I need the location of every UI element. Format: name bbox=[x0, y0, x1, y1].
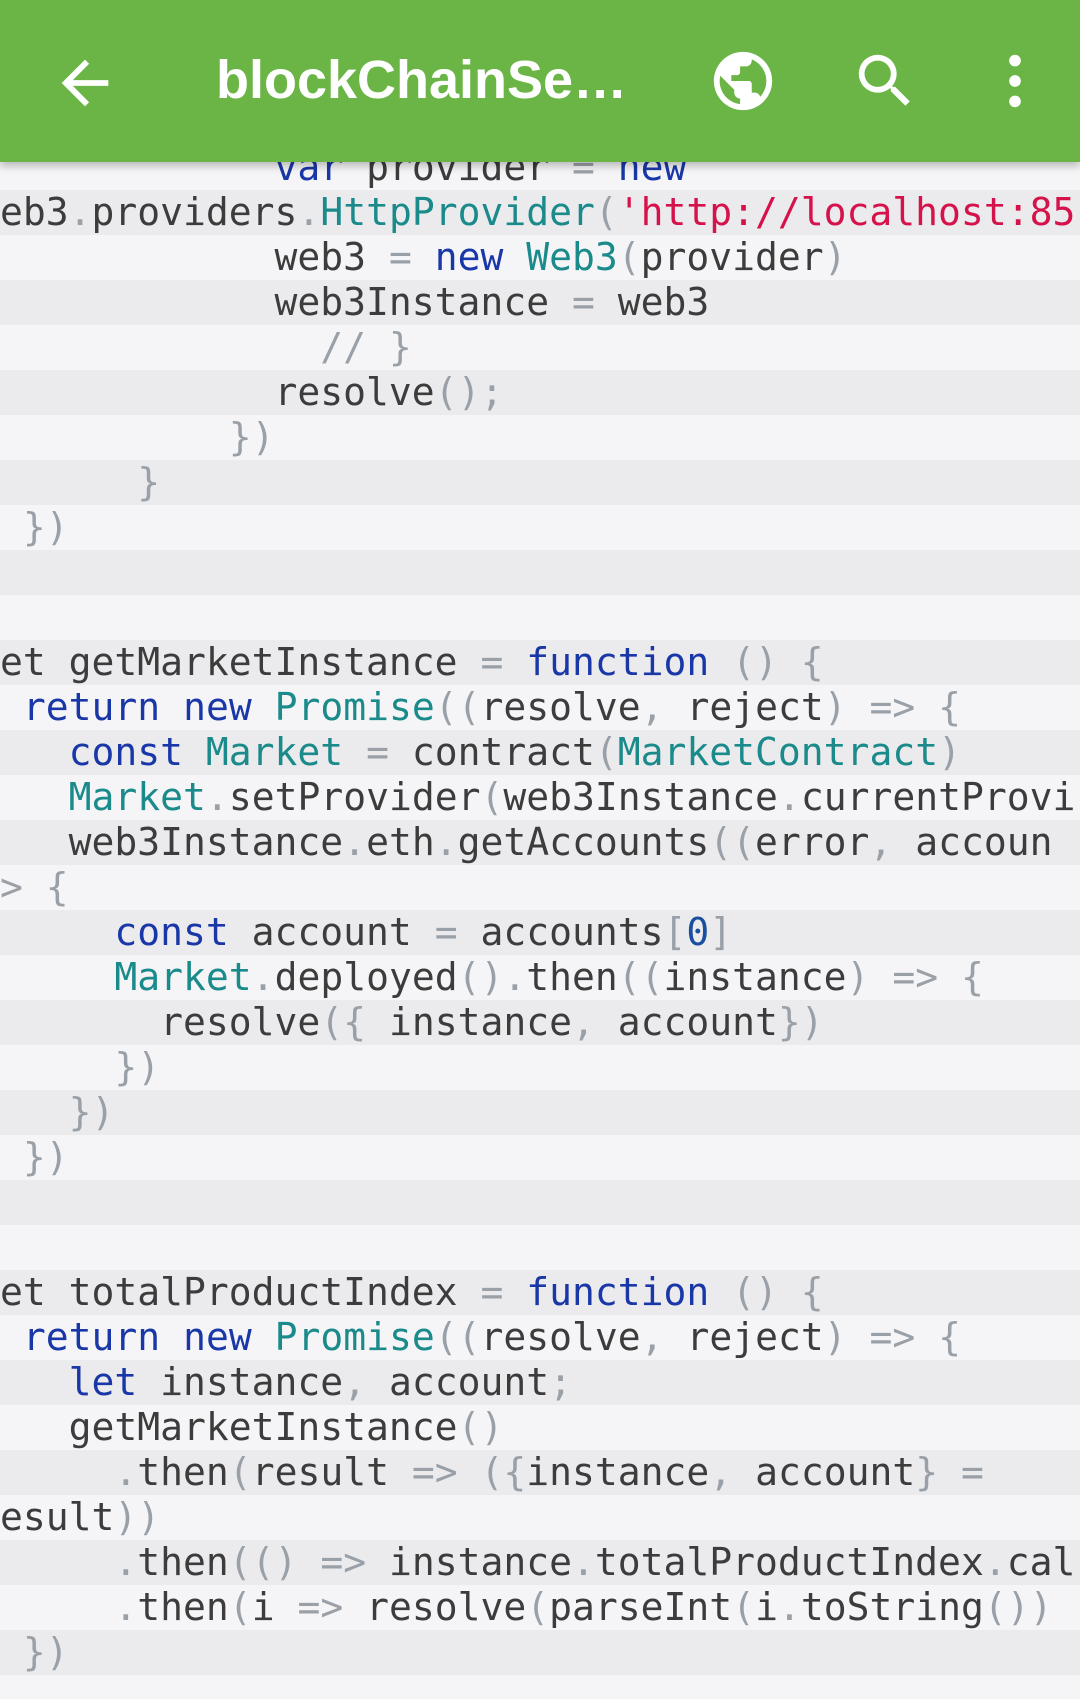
code-line: let instance, account; bbox=[0, 1360, 1080, 1405]
code-line: }) bbox=[228, 415, 275, 459]
code-line: }) bbox=[0, 1090, 1080, 1135]
code-line: // } bbox=[320, 325, 412, 369]
code-line: }) bbox=[114, 1045, 161, 1089]
code-line: return new Promise((resolve, reject) => … bbox=[22, 685, 962, 729]
code-line: esult)) bbox=[0, 1495, 161, 1539]
code-line: resolve(); bbox=[0, 370, 1080, 415]
code-line: Market.setProvider(web3Instance.currentP… bbox=[68, 775, 1076, 819]
code-line: }) bbox=[22, 1135, 69, 1179]
app-bar: blockChainSer… bbox=[0, 0, 1080, 162]
code-line: return new Promise((resolve, reject) => … bbox=[22, 1315, 962, 1359]
code-line: getMarketInstance() bbox=[0, 1405, 504, 1449]
code-line: } bbox=[0, 460, 1080, 505]
code-line: .then(() => instance.totalProductIndex.c… bbox=[0, 1540, 1080, 1585]
code-line: .then(result => ({instance, account} = bbox=[0, 1450, 1080, 1495]
code-line: Market.deployed().then((instance) => { bbox=[114, 955, 984, 999]
search-icon[interactable] bbox=[850, 46, 920, 116]
code-line: resolve({ instance, account}) bbox=[0, 1000, 1080, 1045]
code-line: const account = accounts[0] bbox=[0, 910, 1080, 955]
code-line: et totalProductIndex = function () { bbox=[0, 1270, 1080, 1315]
page-title: blockChainSer… bbox=[216, 50, 646, 110]
code-line: > { bbox=[0, 865, 69, 909]
code-line: et getMarketInstance = function () { bbox=[0, 640, 1080, 685]
arrow-back-icon[interactable] bbox=[50, 48, 120, 118]
code-line: eb3.providers.HttpProvider('http://local… bbox=[0, 190, 1080, 235]
code-line bbox=[0, 550, 1080, 595]
code-line: .then(i => resolve(parseInt(i.toString()… bbox=[114, 1585, 1053, 1629]
globe-icon[interactable] bbox=[708, 46, 778, 116]
code-line: web3 = new Web3(provider) bbox=[0, 235, 847, 279]
code-line: }) bbox=[22, 505, 69, 549]
more-vert-icon[interactable] bbox=[980, 46, 1050, 116]
code-viewer[interactable]: var provider = new eb3.providers.HttpProv… bbox=[0, 0, 1080, 1699]
code-line: }) bbox=[0, 1630, 1080, 1675]
code-line: web3Instance.eth.getAccounts((error, acc… bbox=[0, 820, 1080, 865]
code-line bbox=[0, 1180, 1080, 1225]
code-line: web3Instance = web3 bbox=[0, 280, 1080, 325]
code-line: const Market = contract(MarketContract) bbox=[0, 730, 1080, 775]
